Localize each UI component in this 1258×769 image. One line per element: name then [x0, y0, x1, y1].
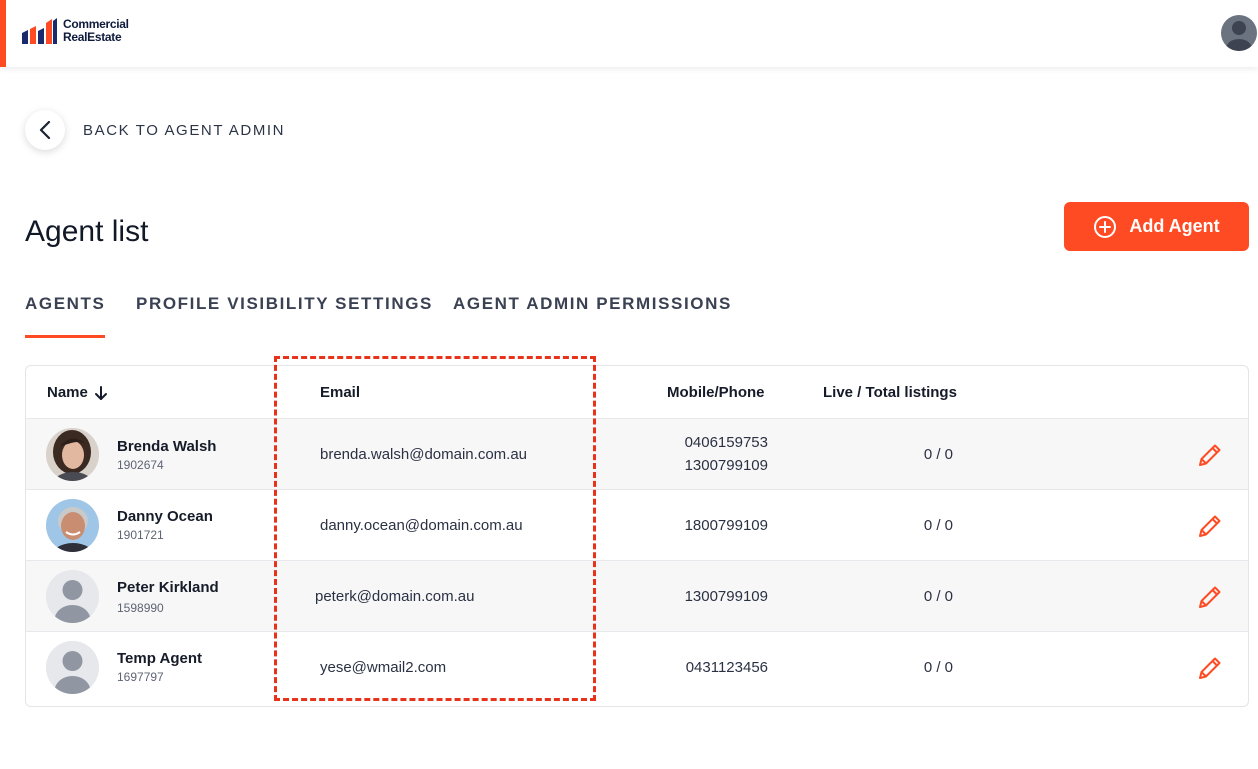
agent-email: peterk@domain.com.au	[315, 588, 475, 605]
agent-name[interactable]: Temp Agent	[117, 650, 202, 667]
agent-name[interactable]: Brenda Walsh	[117, 438, 216, 455]
tab-agents[interactable]: AGENTS	[25, 294, 106, 338]
column-header-name[interactable]: Name	[47, 384, 108, 401]
agent-email: brenda.walsh@domain.com.au	[320, 446, 528, 463]
brand-logo[interactable]: Commercial RealEstate	[22, 17, 129, 45]
agent-id: 1901721	[117, 528, 164, 542]
table-row[interactable]: Temp Agent 1697797 yese@wmail2.com 04311…	[26, 632, 1248, 703]
tab-profile-visibility-settings[interactable]: PROFILE VISIBILITY SETTINGS	[136, 294, 433, 338]
logo-text: Commercial RealEstate	[63, 18, 129, 44]
edit-agent-button[interactable]	[1196, 583, 1224, 611]
back-label[interactable]: BACK TO AGENT ADMIN	[83, 122, 285, 139]
agent-email: danny.ocean@domain.com.au	[320, 517, 523, 534]
agent-avatar	[46, 570, 99, 623]
arrow-down-icon	[94, 385, 107, 400]
agent-phone-1: 0406159753	[684, 434, 768, 451]
agent-phone-2: 1300799109	[684, 457, 768, 474]
pencil-icon	[1199, 515, 1221, 537]
table-row[interactable]: Brenda Walsh 1902674 brenda.walsh@domain…	[26, 419, 1248, 490]
edit-agent-button[interactable]	[1196, 654, 1224, 682]
page-title: Agent list	[25, 215, 149, 248]
column-header-email: Email	[320, 384, 361, 401]
column-header-name-label: Name	[47, 384, 88, 401]
agent-name[interactable]: Peter Kirkland	[117, 579, 219, 596]
top-bar-accent	[0, 0, 6, 67]
table-header: Name Email Mobile/Phone Live / Total lis…	[26, 366, 1248, 419]
edit-agent-button[interactable]	[1196, 512, 1224, 540]
agent-phone-1: 1300799109	[684, 588, 768, 605]
agent-avatar	[46, 499, 99, 552]
tab-agent-admin-permissions[interactable]: AGENT ADMIN PERMISSIONS	[453, 294, 732, 338]
chevron-left-icon	[39, 121, 51, 139]
edit-agent-button[interactable]	[1196, 441, 1224, 469]
agent-phone-1: 1800799109	[684, 517, 768, 534]
agent-id: 1598990	[117, 601, 164, 615]
agent-photo-icon	[46, 428, 99, 481]
agent-listings: 0 / 0	[923, 446, 953, 463]
agent-listings: 0 / 0	[923, 517, 953, 534]
plus-circle-icon	[1094, 215, 1117, 238]
agent-avatar	[46, 428, 99, 481]
column-header-mobile-phone: Mobile/Phone	[667, 384, 765, 401]
logo-bars-icon	[22, 18, 57, 44]
agent-name[interactable]: Danny Ocean	[117, 508, 213, 525]
user-avatar[interactable]	[1221, 15, 1257, 51]
add-agent-button[interactable]: Add Agent	[1064, 202, 1249, 251]
agent-avatar	[46, 641, 99, 694]
add-agent-label: Add Agent	[1129, 216, 1220, 236]
pencil-icon	[1199, 444, 1221, 466]
logo-line-2: RealEstate	[63, 30, 122, 44]
user-icon	[1226, 21, 1252, 51]
back-to-agent-admin-link[interactable]: BACK TO AGENT ADMIN	[25, 110, 285, 150]
agent-id: 1697797	[117, 670, 164, 684]
pencil-icon	[1199, 586, 1221, 608]
column-header-listings: Live / Total listings	[823, 384, 957, 401]
user-icon	[46, 641, 99, 694]
table-row[interactable]: Peter Kirkland 1598990 peterk@domain.com…	[26, 561, 1248, 632]
agent-phone-1: 0431123456	[685, 659, 768, 676]
pencil-icon	[1199, 657, 1221, 679]
back-button[interactable]	[25, 110, 65, 150]
agent-table: Name Email Mobile/Phone Live / Total lis…	[25, 365, 1249, 707]
agent-listings: 0 / 0	[923, 659, 953, 676]
table-row[interactable]: Danny Ocean 1901721 danny.ocean@domain.c…	[26, 490, 1248, 561]
top-bar: Commercial RealEstate	[0, 0, 1258, 67]
agent-photo-icon	[46, 499, 99, 552]
user-icon	[46, 570, 99, 623]
agent-email: yese@wmail2.com	[320, 659, 447, 676]
agent-listings: 0 / 0	[923, 588, 953, 605]
agent-id: 1902674	[117, 458, 164, 472]
